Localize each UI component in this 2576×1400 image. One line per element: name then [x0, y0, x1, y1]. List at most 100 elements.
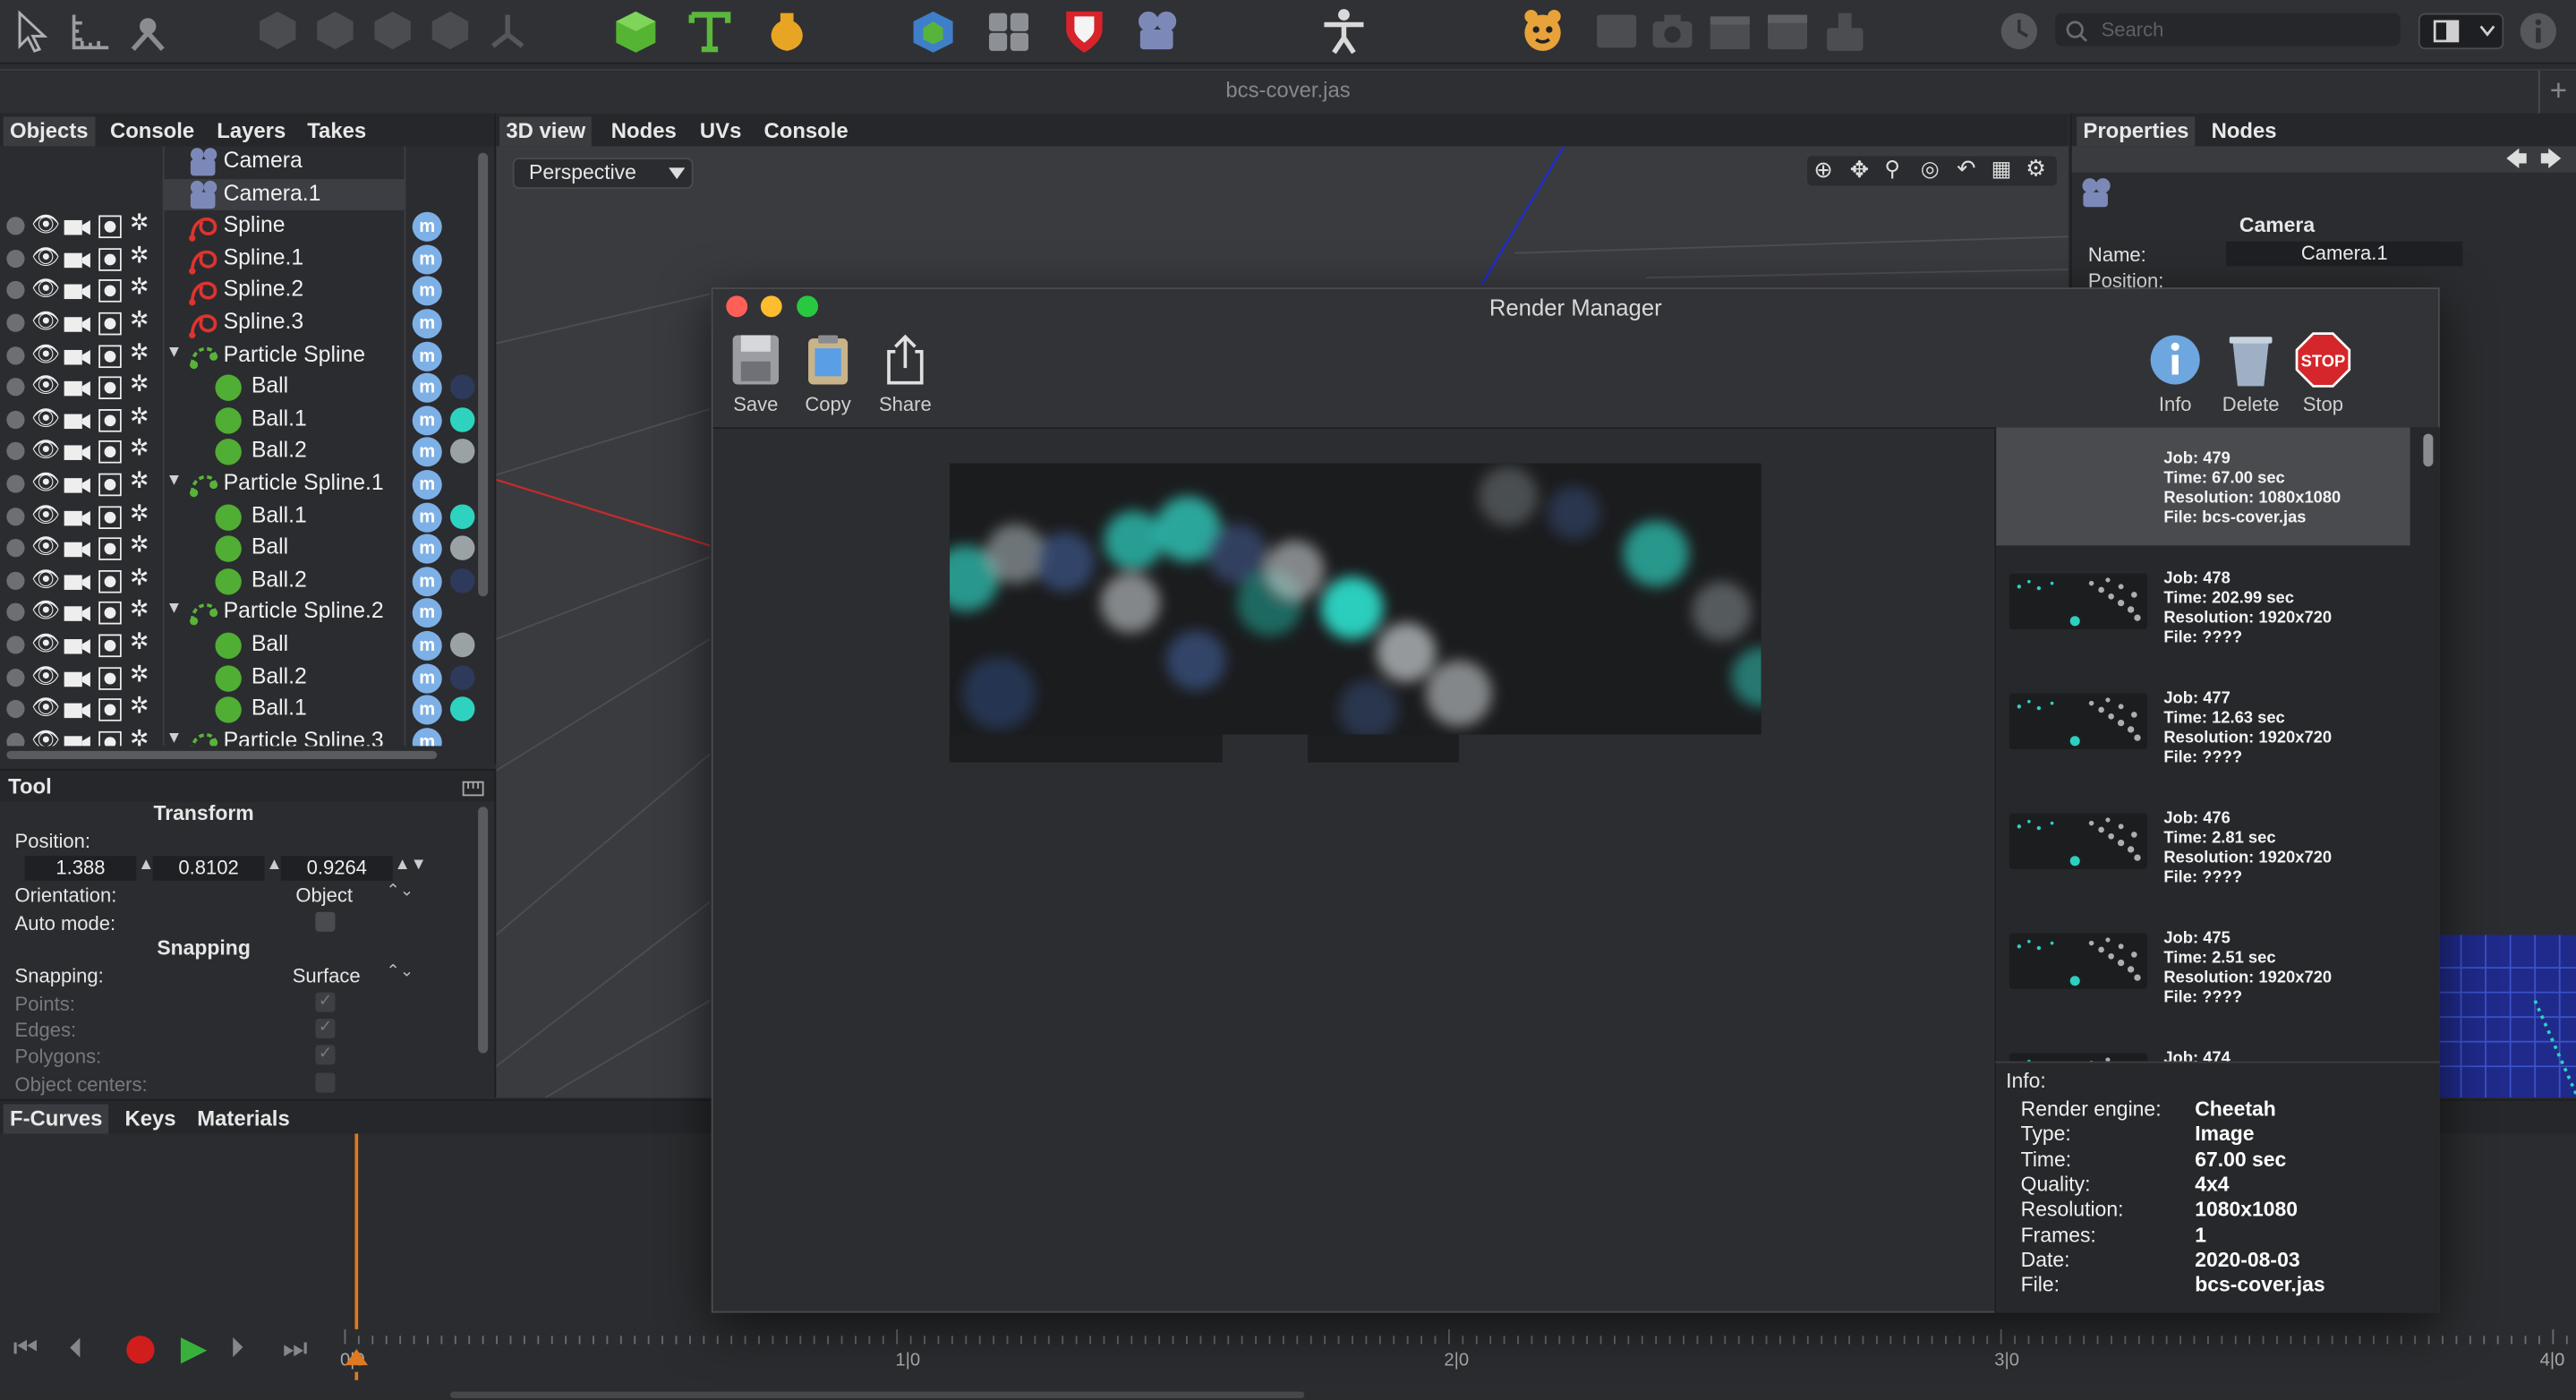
cube-primitive-icon[interactable]: [613, 8, 659, 54]
expand-triangle-icon[interactable]: ▼: [166, 730, 182, 747]
status-dot[interactable]: [6, 636, 24, 653]
viewport-settings-icon[interactable]: ⚙: [2026, 155, 2046, 183]
tab-materials[interactable]: Materials: [191, 1104, 296, 1133]
mini-viewport[interactable]: [2436, 935, 2576, 1097]
eye-icon[interactable]: 👁: [31, 500, 61, 528]
shadow-toggle-icon[interactable]: [98, 698, 122, 721]
select-arrow-icon[interactable]: [13, 10, 53, 53]
material-tag-icon[interactable]: m: [413, 373, 442, 403]
eye-icon[interactable]: 👁: [31, 436, 61, 464]
shadow-toggle-icon[interactable]: [98, 345, 122, 368]
lathe-vase-icon[interactable]: [764, 8, 810, 54]
history-icon[interactable]: [1996, 8, 2042, 54]
render-camera-icon[interactable]: [64, 216, 90, 237]
animation-clapper-icon[interactable]: [1707, 8, 1753, 54]
render-camera-icon[interactable]: [64, 506, 90, 527]
status-dot[interactable]: [6, 314, 24, 332]
render-job-item[interactable]: Job: 474: [1996, 1027, 2410, 1062]
object-list-scrollbar[interactable]: [478, 153, 488, 597]
shadow-toggle-icon[interactable]: [98, 248, 122, 271]
status-dot[interactable]: [6, 539, 24, 557]
gear-icon[interactable]: ✲: [130, 209, 149, 236]
shadow-toggle-icon[interactable]: [98, 280, 122, 303]
cheetah-render-icon[interactable]: [1518, 6, 1567, 55]
material-tag-icon[interactable]: m: [413, 663, 442, 693]
tab-layers[interactable]: Layers: [210, 116, 293, 146]
position-y-field[interactable]: 0.8102: [153, 856, 265, 881]
playhead-marker-icon[interactable]: [345, 1349, 368, 1365]
gear-icon[interactable]: ✲: [130, 402, 149, 430]
render-job-item[interactable]: Job: 475Time: 2.51 secResolution: 1920x7…: [1996, 907, 2410, 1025]
copy-button[interactable]: Copy: [795, 332, 860, 424]
gear-icon[interactable]: ✲: [130, 499, 149, 526]
eye-icon[interactable]: 👁: [31, 694, 61, 721]
status-dot[interactable]: [6, 474, 24, 492]
material-tag-icon[interactable]: m: [413, 728, 442, 747]
render-camera-icon[interactable]: [64, 570, 90, 592]
render-preview-image[interactable]: [950, 464, 1761, 735]
status-dot[interactable]: [6, 346, 24, 364]
material-tag-icon[interactable]: m: [413, 502, 442, 532]
ruler-icon[interactable]: [69, 10, 112, 53]
expand-triangle-icon[interactable]: ▼: [166, 601, 182, 619]
skip-to-start-icon[interactable]: ⏮: [13, 1333, 38, 1366]
gear-icon[interactable]: ✲: [130, 563, 149, 591]
gear-icon[interactable]: ✲: [130, 273, 149, 301]
expand-triangle-icon[interactable]: ▼: [166, 472, 182, 490]
status-dot[interactable]: [6, 442, 24, 460]
shadow-toggle-icon[interactable]: [98, 474, 122, 497]
tab-takes[interactable]: Takes: [301, 116, 373, 146]
eye-icon[interactable]: 👁: [31, 371, 61, 399]
camera-object-icon[interactable]: [1133, 8, 1182, 54]
eye-icon[interactable]: 👁: [31, 726, 61, 746]
shadow-toggle-icon[interactable]: [98, 730, 122, 746]
render-job-item[interactable]: Job: 479Time: 67.00 secResolution: 1080x…: [1996, 427, 2410, 545]
shadow-toggle-icon[interactable]: [98, 506, 122, 529]
shield-tag-icon[interactable]: [1062, 6, 1107, 55]
vertex-tool-icon[interactable]: [371, 8, 414, 51]
gear-icon[interactable]: ✲: [130, 434, 149, 462]
tab-console[interactable]: Console: [757, 116, 855, 146]
gear-icon[interactable]: ✲: [130, 337, 149, 365]
eye-icon[interactable]: 👁: [31, 597, 61, 625]
shadow-toggle-icon[interactable]: [98, 570, 122, 593]
material-tag-icon[interactable]: m: [413, 696, 442, 725]
layout-selector[interactable]: [2418, 13, 2503, 49]
material-swatch[interactable]: [450, 536, 475, 561]
tab-properties[interactable]: Properties: [2077, 116, 2196, 146]
cloner-icon[interactable]: [985, 8, 1031, 54]
back-arrow-icon[interactable]: 🡄: [2505, 145, 2528, 181]
eye-icon[interactable]: 👁: [31, 210, 61, 238]
gear-icon[interactable]: ✲: [130, 305, 149, 333]
orbit-icon[interactable]: ⊕: [1813, 156, 1833, 184]
position-x-field[interactable]: 1.388: [25, 856, 137, 881]
material-tag-icon[interactable]: m: [413, 212, 442, 242]
expand-triangle-icon[interactable]: ▼: [166, 343, 182, 361]
search-field[interactable]: Search: [2055, 13, 2400, 47]
export-icon[interactable]: [1822, 8, 1868, 54]
timeline-scrollbar[interactable]: [450, 1392, 1304, 1398]
render-camera-icon[interactable]: [64, 345, 90, 366]
updown-chevron-icon[interactable]: ⌃⌄: [386, 883, 414, 901]
gear-icon[interactable]: ✲: [130, 466, 149, 494]
status-dot[interactable]: [6, 571, 24, 589]
eye-icon[interactable]: 👁: [31, 565, 61, 593]
tab-nodes[interactable]: Nodes: [604, 116, 683, 146]
status-dot[interactable]: [6, 411, 24, 429]
status-dot[interactable]: [6, 603, 24, 621]
material-tag-icon[interactable]: m: [413, 599, 442, 628]
transform-gizmo-icon[interactable]: [126, 10, 169, 53]
add-tab-icon[interactable]: +: [2550, 74, 2567, 109]
deformer-icon[interactable]: [910, 8, 956, 54]
tab-keys[interactable]: Keys: [118, 1104, 183, 1133]
render-camera-icon[interactable]: [64, 441, 90, 463]
axis-tool-icon[interactable]: [486, 8, 529, 51]
object-tool-icon[interactable]: [429, 8, 472, 51]
status-dot[interactable]: [6, 282, 24, 300]
material-tag-icon[interactable]: m: [413, 341, 442, 371]
material-swatch[interactable]: [450, 504, 475, 529]
updown-chevron-icon[interactable]: ⌃⌄: [386, 963, 414, 981]
position-z-field[interactable]: 0.9264: [281, 856, 393, 881]
info-icon[interactable]: [2517, 10, 2560, 53]
material-tag-icon[interactable]: m: [413, 567, 442, 596]
